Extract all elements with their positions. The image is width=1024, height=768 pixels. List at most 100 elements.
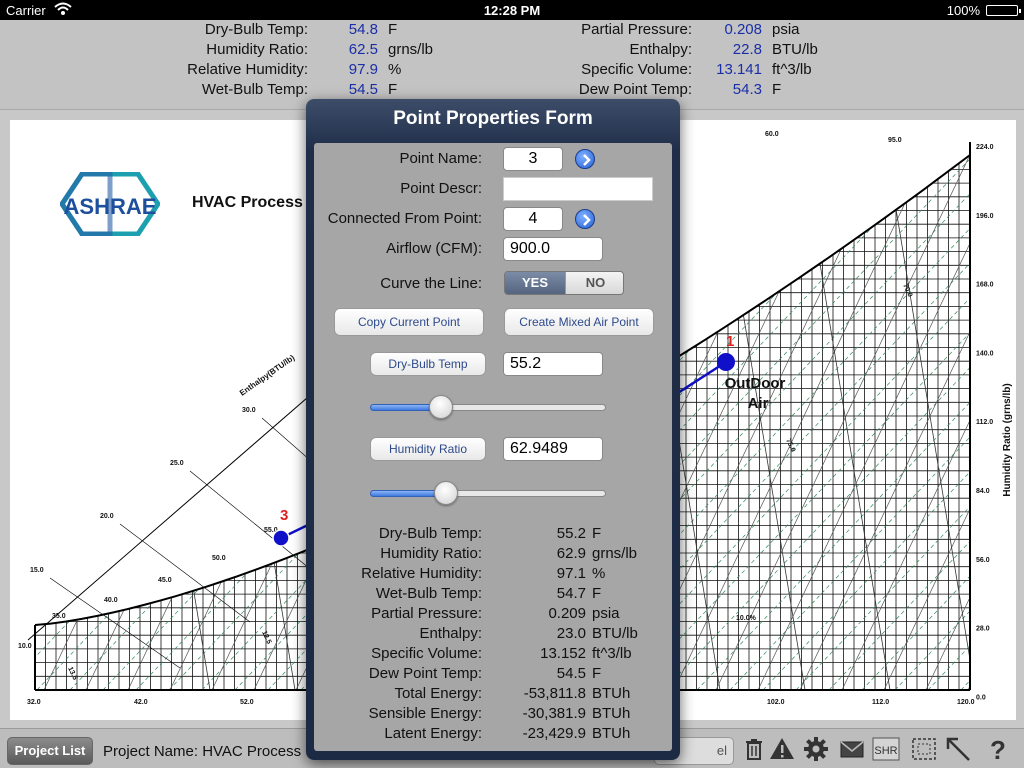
airflow-field[interactable]: 900.0 xyxy=(503,237,603,261)
line-arrow-icon[interactable] xyxy=(944,735,972,763)
readout-label: Partial Pressure: xyxy=(581,21,692,38)
curve-no-option[interactable]: NO xyxy=(565,272,623,294)
enthalpy-tick: 30.0 xyxy=(242,407,256,414)
drybulb-tick: 112.0 xyxy=(872,699,889,706)
result-unit: F xyxy=(592,525,602,542)
help-icon[interactable]: ? xyxy=(984,735,1012,765)
modal-title: Point Properties Form xyxy=(393,108,593,129)
result-row: Partial Pressure: 0.209 psia xyxy=(314,605,672,625)
result-label: Relative Humidity: xyxy=(361,565,482,582)
result-label: Dry-Bulb Temp: xyxy=(378,525,482,542)
result-value: -23,429.9 xyxy=(522,725,586,742)
result-row: Wet-Bulb Temp: 54.7 F xyxy=(314,585,672,605)
result-value: 23.0 xyxy=(556,625,586,642)
curve-yes-option[interactable]: YES xyxy=(505,272,565,294)
project-list-button[interactable]: Project List xyxy=(7,737,93,765)
drybulb-temp-button[interactable]: Dry-Bulb Temp xyxy=(370,352,486,376)
humidity-ratio-field[interactable]: 62.9489 xyxy=(503,437,603,461)
result-label: Enthalpy: xyxy=(419,625,482,642)
humidity-slider[interactable] xyxy=(370,481,606,505)
chevron-right-icon xyxy=(583,154,591,166)
point-descr-field[interactable] xyxy=(503,177,653,201)
drybulb-tick: 102.0 xyxy=(767,699,785,706)
enthalpy-tick: 25.0 xyxy=(170,460,184,467)
enthalpy-tick: 10.0 xyxy=(18,643,32,650)
result-row: Dew Point Temp: 54.5 F xyxy=(314,665,672,685)
gear-icon[interactable] xyxy=(802,735,830,763)
curve-line-toggle[interactable]: YES NO xyxy=(504,271,624,295)
drybulb-tick: 32.0 xyxy=(27,699,41,706)
chart-label: 75.0 xyxy=(784,438,796,453)
create-mixed-air-point-button[interactable]: Create Mixed Air Point xyxy=(504,308,654,336)
point-readout: Dry-Bulb Temp: 54.8 F Humidity Ratio: 62.5 gr… xyxy=(0,20,1024,110)
saturation-tick: 40.0 xyxy=(104,597,118,604)
drybulb-temp-field[interactable]: 55.2 xyxy=(503,352,603,376)
point-1-marker[interactable] xyxy=(717,353,735,371)
copy-current-point-button[interactable]: Copy Current Point xyxy=(334,308,484,336)
saturation-tick: 45.0 xyxy=(158,577,172,584)
airflow-label: Airflow (CFM): xyxy=(386,240,482,257)
enthalpy-axis-label: Enthalpy(BTU/lb) xyxy=(238,353,297,398)
connected-from-picker-button[interactable] xyxy=(575,209,595,229)
readout-row: Enthalpy: 22.8 BTU/lb xyxy=(0,40,1024,60)
humidity-ratio-button[interactable]: Humidity Ratio xyxy=(370,437,486,461)
select-region-icon[interactable] xyxy=(910,735,938,763)
point-name-picker-button[interactable] xyxy=(575,149,595,169)
warning-icon[interactable] xyxy=(768,735,796,763)
guide-line xyxy=(10,142,29,690)
point-1-number: 1 xyxy=(726,333,734,350)
connected-from-label: Connected From Point: xyxy=(327,210,482,227)
shr-icon[interactable]: SHR xyxy=(872,735,900,763)
humidity-tick: 140.0 xyxy=(976,350,994,357)
readout-label: Dew Point Temp: xyxy=(578,81,692,98)
enthalpy-line xyxy=(189,470,321,578)
drybulb-slider-thumb[interactable] xyxy=(429,395,453,419)
readout-unit: BTU/lb xyxy=(772,41,818,58)
point-descr-label: Point Descr: xyxy=(400,180,482,197)
chart-label: 10.0% xyxy=(736,615,757,622)
trash-icon[interactable] xyxy=(740,735,768,763)
point-1-name: Air xyxy=(748,395,769,412)
guide-line xyxy=(35,142,63,690)
humidity-tick: 84.0 xyxy=(976,488,990,495)
result-row: Dry-Bulb Temp: 55.2 F xyxy=(314,525,672,545)
readout-label: Enthalpy: xyxy=(629,41,692,58)
readout-unit: psia xyxy=(772,21,800,38)
modal-body: Point Name: 3 Point Descr: Connected Fro… xyxy=(314,143,672,751)
drybulb-tick: 52.0 xyxy=(240,699,254,706)
curve-line-label: Curve the Line: xyxy=(380,275,482,292)
clock: 12:28 PM xyxy=(483,3,541,18)
humidity-axis-label: Humidity Ratio (grns/lb) xyxy=(1002,383,1013,496)
result-unit: grns/lb xyxy=(592,545,638,562)
result-unit: F xyxy=(592,665,602,682)
humidity-tick: 28.0 xyxy=(976,626,990,633)
connected-from-field[interactable]: 4 xyxy=(503,207,563,231)
result-value: 62.9 xyxy=(556,545,586,562)
top-tick: 95.0 xyxy=(888,137,902,144)
result-label: Sensible Energy: xyxy=(368,705,482,722)
point-name-field[interactable]: 3 xyxy=(503,147,563,171)
result-value: 54.7 xyxy=(556,585,586,602)
readout-row: Dew Point Temp: 54.3 F xyxy=(0,80,1024,100)
drybulb-slider[interactable] xyxy=(370,395,606,419)
humidity-tick: 0.0 xyxy=(976,694,986,701)
enthalpy-line xyxy=(119,523,251,623)
result-row: Total Energy: -53,811.8 BTUh xyxy=(314,685,672,705)
point-3-number: 3 xyxy=(280,507,288,524)
chart-title: HVAC Process xyxy=(192,194,303,211)
mail-icon[interactable] xyxy=(838,735,866,763)
humidity-tick: 224.0 xyxy=(976,144,994,151)
result-unit: F xyxy=(592,585,602,602)
point-3-marker[interactable] xyxy=(272,529,290,547)
result-unit: BTUh xyxy=(592,685,631,702)
result-label: Total Energy: xyxy=(394,685,482,702)
project-name-label: Project Name: HVAC Process xyxy=(103,743,302,760)
result-unit: BTUh xyxy=(592,725,631,742)
readout-value: 13.141 xyxy=(716,61,762,78)
result-label: Wet-Bulb Temp: xyxy=(375,585,482,602)
humidity-slider-thumb[interactable] xyxy=(434,481,458,505)
partially-hidden-button-label: el xyxy=(716,743,727,758)
humidity-tick: 112.0 xyxy=(976,419,993,426)
point-1-name: OutDoor xyxy=(725,375,786,392)
readout-row: Partial Pressure: 0.208 psia xyxy=(0,20,1024,40)
